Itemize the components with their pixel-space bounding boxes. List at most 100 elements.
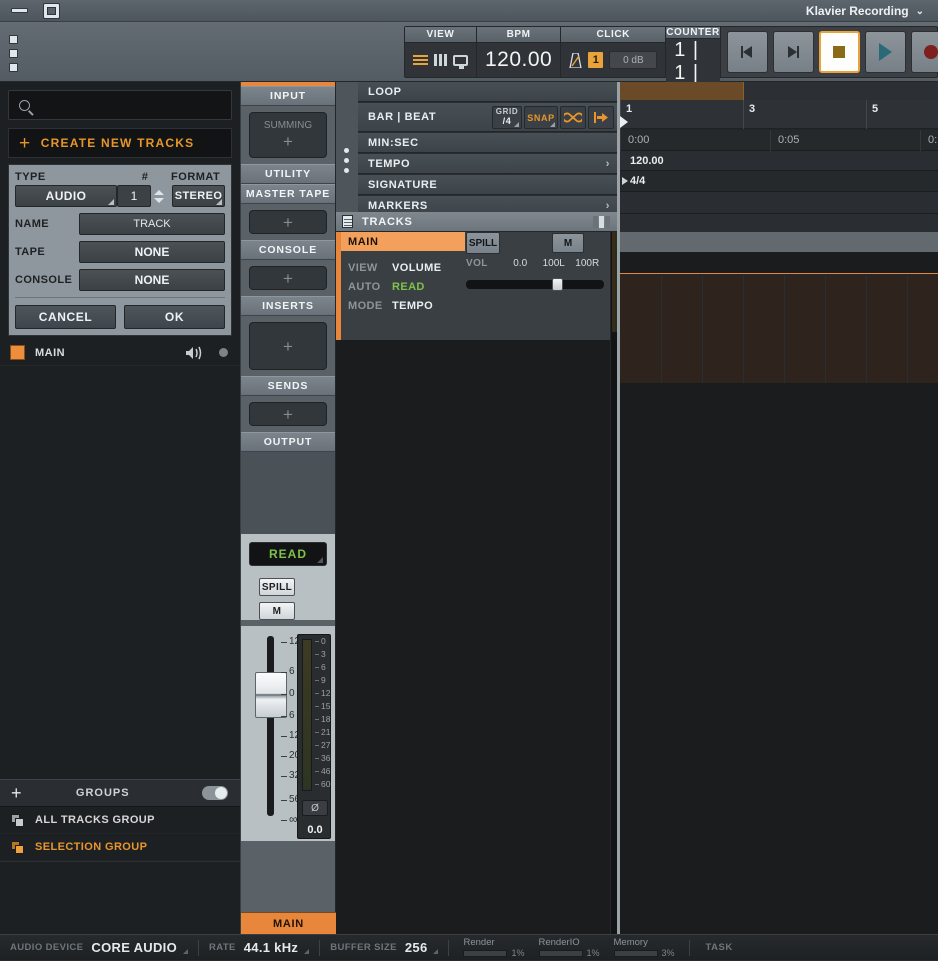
track-type-select[interactable]: AUDIO: [15, 185, 117, 207]
console-select[interactable]: NONE: [79, 269, 225, 291]
timeline-signature-row[interactable]: 4/4: [620, 171, 938, 192]
pan-slider[interactable]: [466, 278, 604, 291]
jump-to-button[interactable]: [588, 106, 614, 129]
timeline-track-lane[interactable]: [620, 275, 938, 383]
go-to-start-button[interactable]: [726, 31, 768, 73]
mute-button[interactable]: M: [259, 602, 295, 620]
timeline-min-sec-ruler[interactable]: 0:00 0:05 0:1: [620, 130, 938, 151]
spill-button[interactable]: SPILL: [259, 578, 295, 596]
meter-tick: 18: [321, 714, 331, 724]
ruler-row-bar-beat[interactable]: BAR | BEAT GRID /4 SNAP: [358, 103, 618, 132]
click-group-label: CLICK: [561, 27, 666, 43]
play-button[interactable]: [864, 31, 906, 73]
group-label: ALL TRACKS GROUP: [35, 814, 155, 826]
track-mute-button[interactable]: M: [552, 233, 584, 253]
form-buttons: CANCEL OK: [15, 297, 225, 329]
playhead-marker[interactable]: [620, 116, 628, 128]
cancel-button[interactable]: CANCEL: [15, 305, 116, 329]
group-item-all-tracks[interactable]: ALL TRACKS GROUP: [0, 807, 240, 834]
sample-rate-status[interactable]: RATE 44.1 kHz: [199, 935, 319, 961]
master-tape-slot[interactable]: +: [249, 210, 327, 234]
group-item-selection[interactable]: SELECTION GROUP: [0, 834, 240, 861]
strip-footer-name[interactable]: MAIN: [241, 912, 336, 934]
timeline-empty-area[interactable]: [620, 383, 938, 934]
inserts-slot[interactable]: +: [249, 322, 327, 370]
timeline-track-lane-top[interactable]: [620, 252, 938, 274]
tape-select[interactable]: NONE: [79, 241, 225, 263]
ruler-row-min-sec[interactable]: MIN:SEC: [358, 133, 618, 153]
view-list-icon[interactable]: [413, 55, 428, 65]
project-title-menu[interactable]: Klavier Recording ⌄: [806, 0, 924, 22]
list-item[interactable]: MAIN: [0, 340, 240, 366]
metronome-icon[interactable]: [569, 52, 582, 68]
console-slot[interactable]: +: [249, 266, 327, 290]
ruler-row-loop[interactable]: LOOP: [358, 82, 618, 102]
search-field[interactable]: [8, 90, 232, 120]
ok-button[interactable]: OK: [124, 305, 225, 329]
tracks-list-icon[interactable]: [336, 215, 358, 228]
track-format-select[interactable]: STEREO: [172, 185, 225, 207]
speaker-icon[interactable]: [185, 346, 205, 360]
stop-button[interactable]: [818, 31, 860, 73]
groups-toggle[interactable]: [202, 786, 228, 800]
render-bar: [463, 949, 508, 957]
click-count-value[interactable]: 1: [588, 52, 604, 68]
track-auto-row[interactable]: AUTO READ: [348, 277, 458, 296]
tape-row: TAPE NONE: [15, 241, 225, 263]
ruler-row-signature[interactable]: SIGNATURE: [358, 175, 618, 195]
master-tape-section-body: +: [241, 204, 335, 240]
vol-value[interactable]: 0.0: [503, 258, 537, 269]
timeline-bar-beat-ruler[interactable]: 1 3 5: [620, 100, 938, 129]
ruler-drag-handle[interactable]: [336, 82, 358, 232]
bpm-value[interactable]: 120.00: [485, 48, 552, 72]
timeline-loop-bar[interactable]: [620, 82, 938, 100]
track-count-input[interactable]: 1: [116, 185, 152, 207]
create-new-tracks-header[interactable]: + CREATE NEW TRACKS: [8, 128, 232, 158]
track-view-row[interactable]: VIEW VOLUME: [348, 258, 458, 277]
loop-region[interactable]: [620, 82, 744, 100]
expand-arrow-icon[interactable]: ›: [606, 200, 610, 212]
output-section-body[interactable]: [241, 452, 335, 534]
view-screen-icon[interactable]: [453, 54, 468, 69]
automation-mode-select[interactable]: READ: [249, 542, 327, 566]
phase-invert-button[interactable]: Ø: [302, 800, 328, 816]
snap-button[interactable]: SNAP: [524, 106, 558, 129]
project-title: Klavier Recording: [805, 4, 909, 18]
sends-slot[interactable]: +: [249, 402, 327, 426]
timeline-tempo-value[interactable]: 120.00: [620, 151, 938, 171]
grid-select[interactable]: GRID /4: [492, 106, 522, 129]
record-button[interactable]: [910, 31, 938, 73]
loop-button[interactable]: [560, 106, 586, 129]
track-mode-row[interactable]: MODE TEMPO: [348, 296, 458, 315]
add-group-icon[interactable]: +: [11, 784, 22, 802]
pan-right-value[interactable]: 100R: [570, 258, 604, 269]
summing-slot[interactable]: SUMMING +: [249, 112, 327, 158]
expand-arrow-icon[interactable]: ›: [606, 158, 610, 170]
console-row: CONSOLE NONE: [15, 269, 225, 291]
tracks-layout-icon[interactable]: [593, 215, 610, 228]
renderio-bar: [538, 949, 583, 957]
track-count-stepper[interactable]: [154, 189, 165, 203]
pan-left-value[interactable]: 100L: [537, 258, 571, 269]
click-volume-value[interactable]: 0 dB: [609, 51, 658, 69]
buffer-size-status[interactable]: BUFFER SIZE 256: [320, 935, 448, 961]
track-spill-button[interactable]: SPILL: [466, 232, 500, 254]
view-columns-icon[interactable]: [434, 54, 447, 66]
name-row: NAME TRACK: [15, 213, 225, 235]
track-name-field[interactable]: MAIN: [341, 232, 465, 251]
timeline-markers-lane[interactable]: [620, 192, 938, 214]
ruler-row-tempo[interactable]: TEMPO ›: [358, 154, 618, 174]
toolbar-drag-handle[interactable]: [9, 35, 18, 72]
pan-slider-handle[interactable]: [551, 278, 563, 291]
track-color-swatch[interactable]: [10, 345, 25, 360]
minimize-button[interactable]: [8, 8, 30, 14]
gain-value[interactable]: 0.0: [298, 824, 332, 836]
go-to-end-button[interactable]: [772, 31, 814, 73]
audio-device-status[interactable]: AUDIO DEVICE CORE AUDIO: [0, 935, 198, 961]
fader-track[interactable]: [267, 636, 274, 816]
restore-window-button[interactable]: [43, 2, 60, 19]
tracks-panel-header: TRACKS: [336, 212, 618, 232]
tracks-panel-title: TRACKS: [362, 215, 413, 228]
track-record-indicator[interactable]: [219, 348, 228, 357]
track-name-input[interactable]: TRACK: [79, 213, 225, 235]
